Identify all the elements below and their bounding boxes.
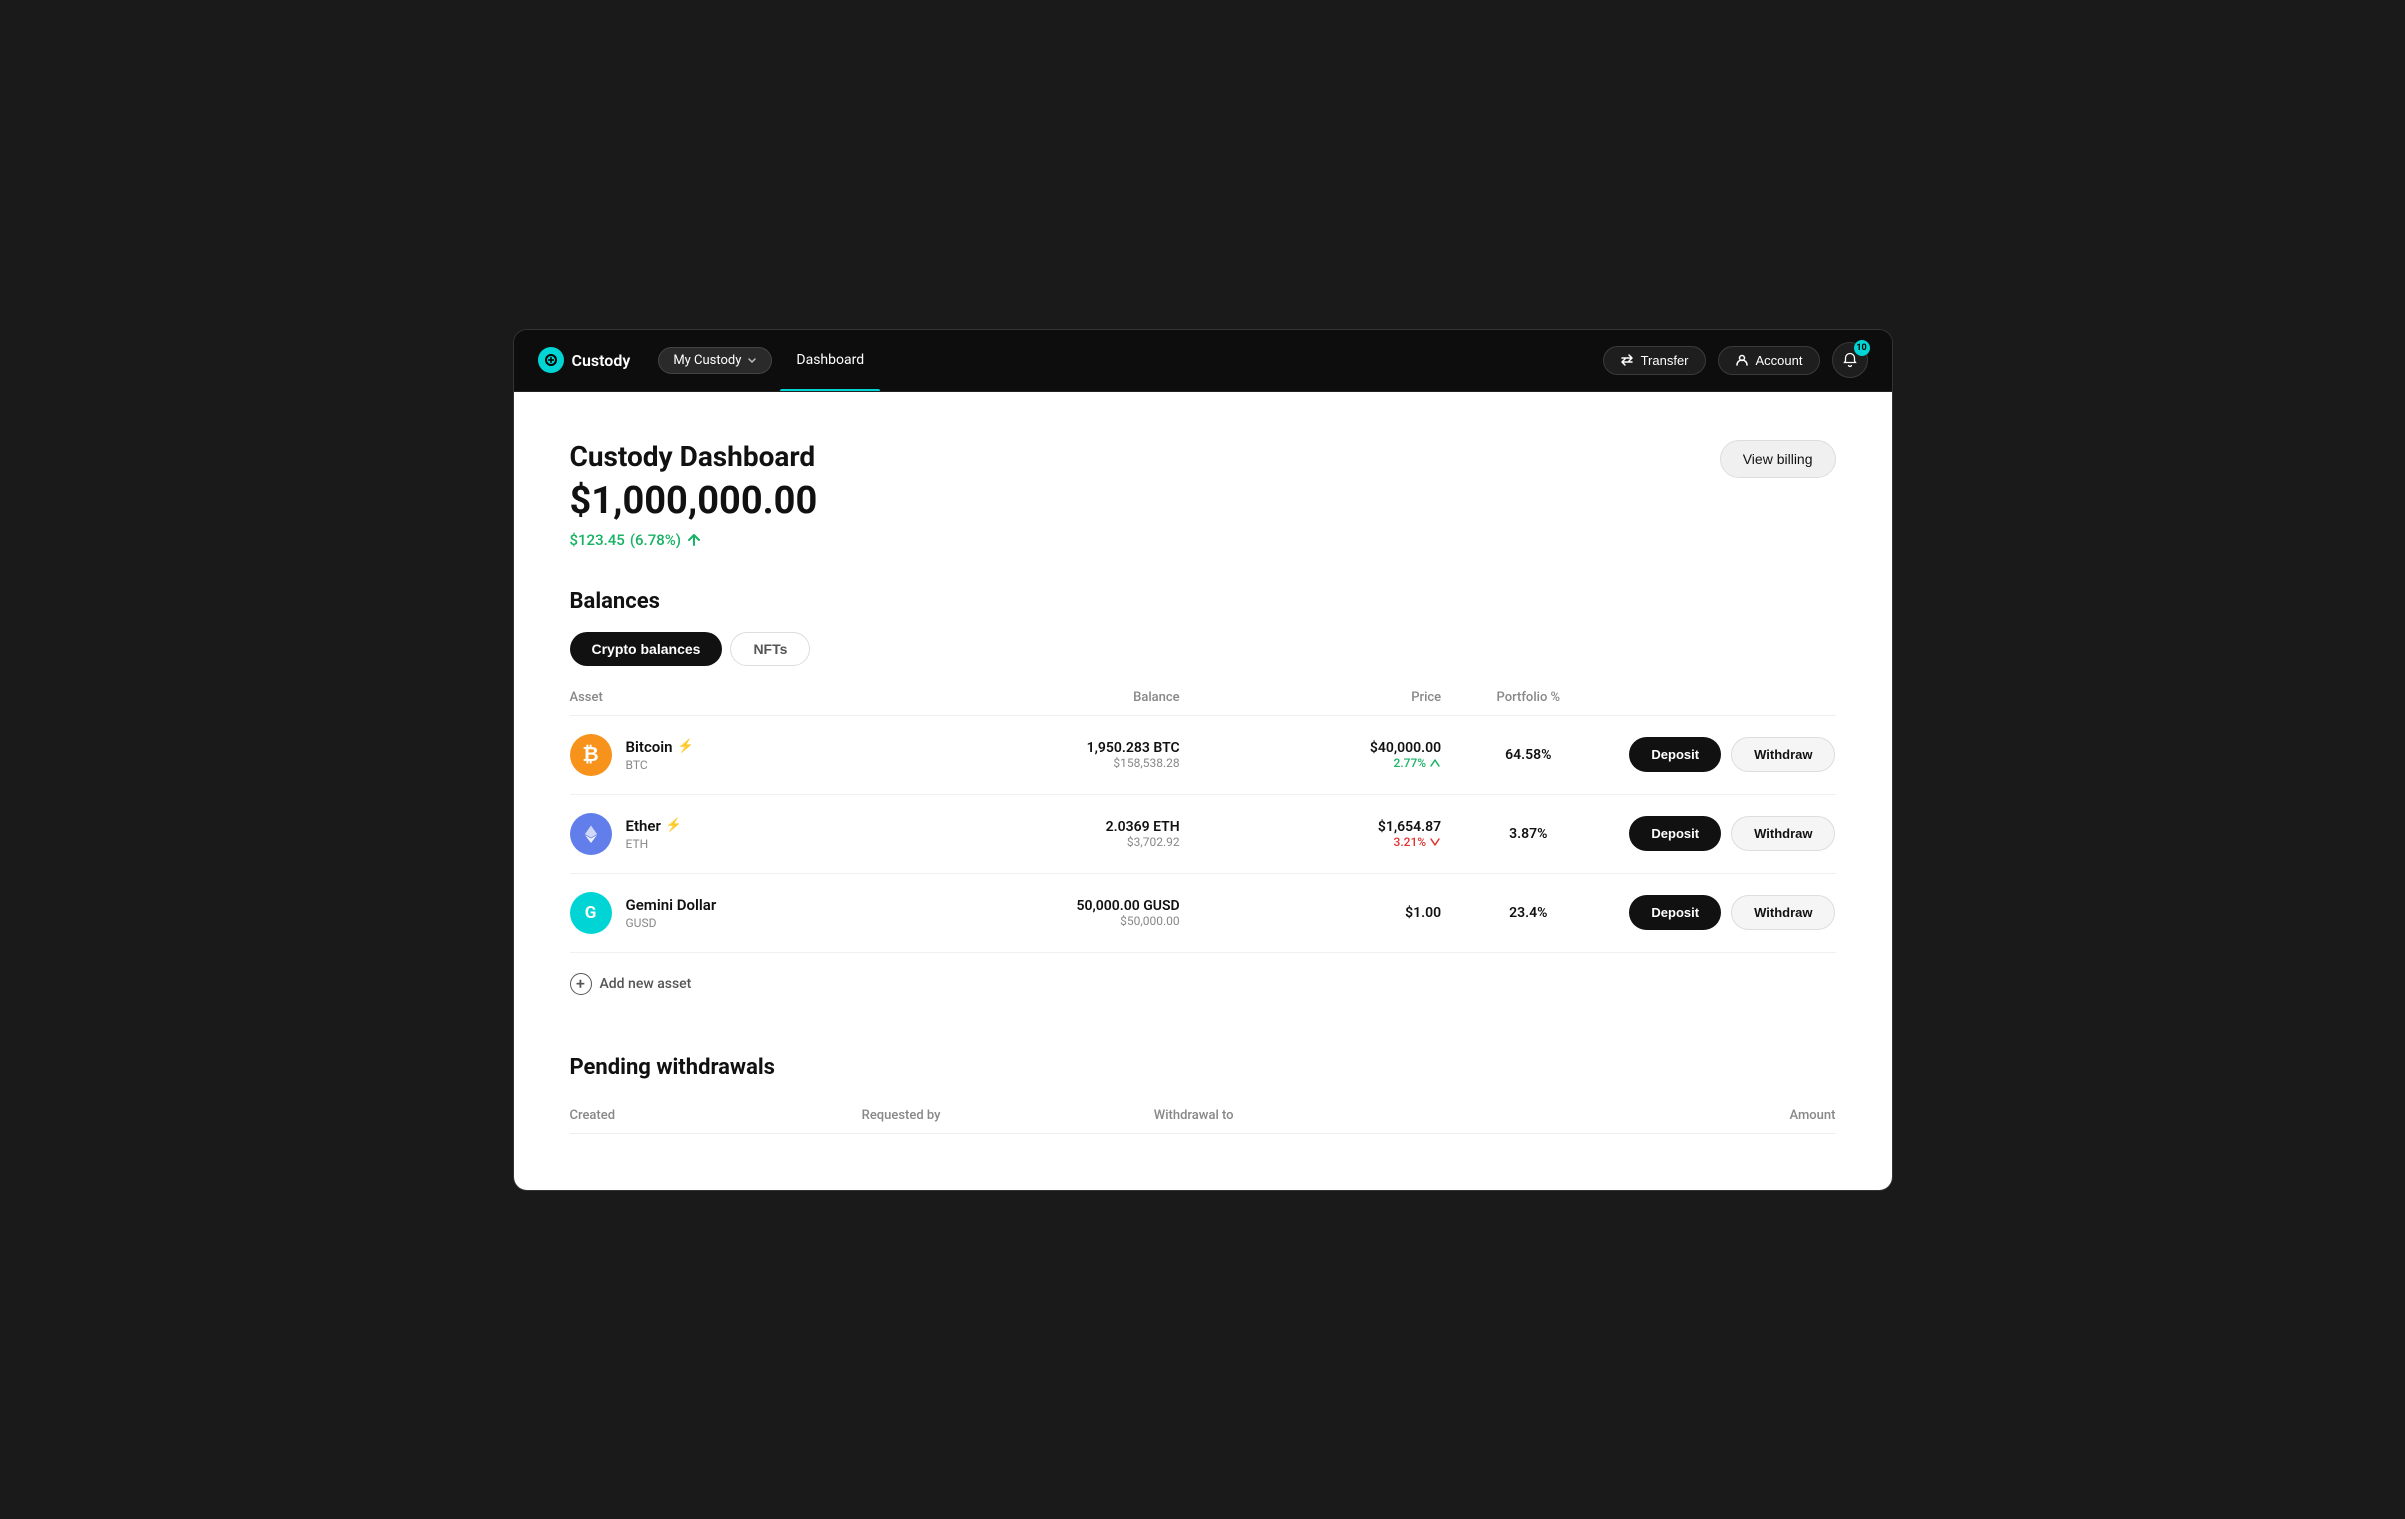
col-asset: Asset xyxy=(570,690,919,705)
my-custody-pill[interactable]: My Custody xyxy=(658,347,772,374)
price-cell-gusd: $1.00 xyxy=(1180,905,1442,921)
price-cell-eth: $1,654.87 3.21% xyxy=(1180,819,1442,849)
page-header: Custody Dashboard $1,000,000.00 $123.45 … xyxy=(570,440,1836,549)
portfolio-cell-gusd: 23.4% xyxy=(1441,905,1615,921)
price-cell-btc: $40,000.00 2.77% xyxy=(1180,740,1442,770)
account-label: Account xyxy=(1756,353,1803,368)
change-pct: (6.78%) xyxy=(630,531,681,549)
add-asset-label: Add new asset xyxy=(600,976,692,992)
asset-cell-btc: ₿ Bitcoin ⚡ BTC xyxy=(570,734,919,776)
balance-cell-btc: 1,950.283 BTC $158,538.28 xyxy=(918,740,1180,770)
add-asset-row[interactable]: + Add new asset xyxy=(570,953,1836,1015)
tab-nfts[interactable]: NFTs xyxy=(730,632,810,666)
my-custody-label: My Custody xyxy=(673,353,741,368)
table-row: G Gemini Dollar GUSD 50,000.00 GUSD $50,… xyxy=(570,874,1836,953)
col-withdrawal-to: Withdrawal to xyxy=(1154,1108,1544,1123)
custody-logo-icon xyxy=(538,347,564,373)
balance-main-btc: 1,950.283 BTC xyxy=(918,740,1180,756)
arrow-up-icon xyxy=(686,532,702,548)
portfolio-cell-btc: 64.58% xyxy=(1441,747,1615,763)
balance-sub-btc: $158,538.28 xyxy=(918,756,1180,770)
balance-cell-eth: 2.0369 ETH $3,702.92 xyxy=(918,819,1180,849)
withdraw-button-btc[interactable]: Withdraw xyxy=(1731,737,1835,772)
eth-icon xyxy=(570,813,612,855)
asset-info-gusd: Gemini Dollar GUSD xyxy=(626,896,717,930)
price-change-btc: 2.77% xyxy=(1180,756,1442,770)
withdraw-button-eth[interactable]: Withdraw xyxy=(1731,816,1835,851)
price-up-icon-btc xyxy=(1429,757,1441,769)
table-row: ₿ Bitcoin ⚡ BTC 1,950.283 BTC $158,538.2… xyxy=(570,716,1836,795)
col-balance: Balance xyxy=(918,690,1180,705)
account-icon xyxy=(1735,353,1749,367)
main-content: Custody Dashboard $1,000,000.00 $123.45 … xyxy=(514,392,1892,1190)
amount-change: $123.45 (6.78%) xyxy=(570,531,818,549)
pending-table-header: Created Requested by Withdrawal to Amoun… xyxy=(570,1098,1836,1134)
transfer-label: Transfer xyxy=(1641,353,1689,368)
col-portfolio: Portfolio % xyxy=(1441,690,1615,705)
table-header: Asset Balance Price Portfolio % xyxy=(570,690,1836,716)
page-title: Custody Dashboard xyxy=(570,440,818,473)
col-amount: Amount xyxy=(1543,1108,1835,1123)
nav-logo-text: Custody xyxy=(572,351,631,370)
tab-dashboard[interactable]: Dashboard xyxy=(780,329,880,391)
balance-tabs: Crypto balances NFTs xyxy=(570,632,1836,666)
asset-ticker-eth: ETH xyxy=(626,837,683,851)
actions-cell-gusd: Deposit Withdraw xyxy=(1615,895,1835,930)
balance-sub-gusd: $50,000.00 xyxy=(918,914,1180,928)
actions-cell-btc: Deposit Withdraw xyxy=(1615,737,1835,772)
asset-name-eth: Ether ⚡ xyxy=(626,817,683,835)
portfolio-cell-eth: 3.87% xyxy=(1441,826,1615,842)
col-created: Created xyxy=(570,1108,862,1123)
pending-withdrawals-section: Pending withdrawals Created Requested by… xyxy=(570,1055,1836,1134)
account-button[interactable]: Account xyxy=(1718,346,1820,375)
asset-info-eth: Ether ⚡ ETH xyxy=(626,817,683,851)
lightning-icon-btc: ⚡ xyxy=(678,739,694,754)
asset-cell-gusd: G Gemini Dollar GUSD xyxy=(570,892,919,934)
balance-cell-gusd: 50,000.00 GUSD $50,000.00 xyxy=(918,898,1180,928)
price-main-btc: $40,000.00 xyxy=(1180,740,1442,756)
table-row: Ether ⚡ ETH 2.0369 ETH $3,702.92 $1,654.… xyxy=(570,795,1836,874)
asset-cell-eth: Ether ⚡ ETH xyxy=(570,813,919,855)
plus-icon: + xyxy=(570,973,592,995)
price-main-gusd: $1.00 xyxy=(1180,905,1442,921)
asset-info-btc: Bitcoin ⚡ BTC xyxy=(626,738,694,772)
transfer-button[interactable]: Transfer xyxy=(1603,346,1706,375)
transfer-icon xyxy=(1620,353,1634,367)
balance-main-eth: 2.0369 ETH xyxy=(918,819,1180,835)
topnav: Custody My Custody Dashboard Transfer xyxy=(514,330,1892,392)
price-down-icon-eth xyxy=(1429,836,1441,848)
tab-crypto-balances[interactable]: Crypto balances xyxy=(570,632,723,666)
btc-icon: ₿ xyxy=(570,734,612,776)
total-amount: $1,000,000.00 xyxy=(570,479,818,523)
balance-main-gusd: 50,000.00 GUSD xyxy=(918,898,1180,914)
withdraw-button-gusd[interactable]: Withdraw xyxy=(1731,895,1835,930)
asset-name-btc: Bitcoin ⚡ xyxy=(626,738,694,756)
price-main-eth: $1,654.87 xyxy=(1180,819,1442,835)
notification-badge: 10 xyxy=(1854,340,1870,356)
header-left: Custody Dashboard $1,000,000.00 $123.45 … xyxy=(570,440,818,549)
deposit-button-eth[interactable]: Deposit xyxy=(1629,816,1721,851)
actions-cell-eth: Deposit Withdraw xyxy=(1615,816,1835,851)
bell-icon xyxy=(1842,352,1858,368)
notification-button[interactable]: 10 xyxy=(1832,342,1868,378)
col-price: Price xyxy=(1180,690,1442,705)
chevron-down-icon xyxy=(747,355,757,365)
pending-title: Pending withdrawals xyxy=(570,1055,1836,1080)
nav-logo[interactable]: Custody xyxy=(538,347,631,373)
price-change-eth: 3.21% xyxy=(1180,835,1442,849)
balance-sub-eth: $3,702.92 xyxy=(918,835,1180,849)
balances-table: Asset Balance Price Portfolio % ₿ Bitcoi… xyxy=(570,690,1836,953)
asset-name-gusd: Gemini Dollar xyxy=(626,896,717,914)
balances-title: Balances xyxy=(570,589,1836,614)
nav-right: Transfer Account 10 xyxy=(1603,342,1868,378)
lightning-icon-eth: ⚡ xyxy=(666,818,682,833)
col-requested-by: Requested by xyxy=(862,1108,1154,1123)
view-billing-button[interactable]: View billing xyxy=(1720,440,1836,478)
asset-ticker-gusd: GUSD xyxy=(626,916,717,930)
gusd-icon: G xyxy=(570,892,612,934)
deposit-button-btc[interactable]: Deposit xyxy=(1629,737,1721,772)
asset-ticker-btc: BTC xyxy=(626,758,694,772)
change-amount: $123.45 xyxy=(570,531,625,549)
deposit-button-gusd[interactable]: Deposit xyxy=(1629,895,1721,930)
